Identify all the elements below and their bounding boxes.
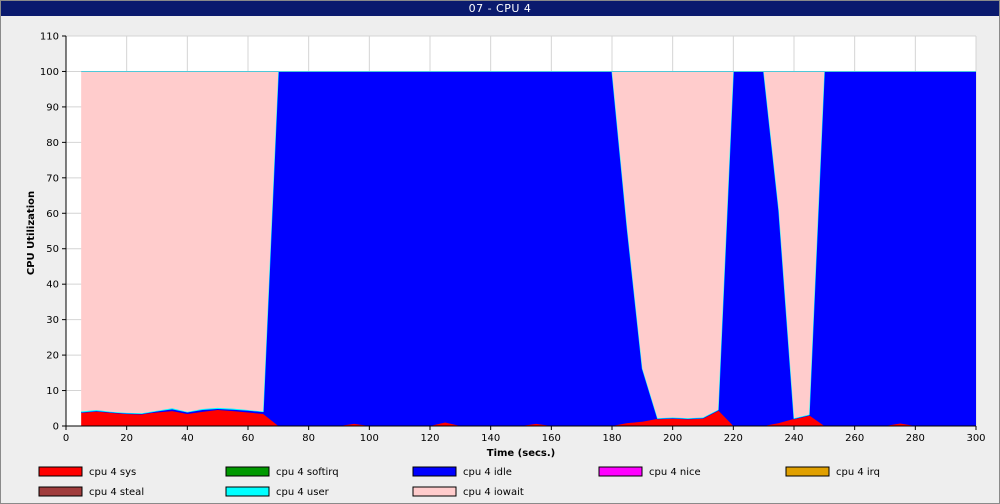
x-tick-label: 280	[906, 433, 925, 444]
y-tick-label: 40	[46, 280, 59, 291]
x-tick-label: 200	[663, 433, 682, 444]
x-tick-label: 260	[845, 433, 864, 444]
legend-swatch-cpu-4-idle	[412, 466, 457, 477]
y-tick-label: 100	[40, 67, 59, 78]
chart-window: 07 - CPU 4 0 20 40 60 80 100 120 140 160 180 200 22…	[0, 0, 1000, 504]
legend: cpu 4 sys cpu 4 softirq cpu 4 idle cpu 4 ni…	[38, 466, 880, 498]
y-tick-label: 110	[40, 32, 59, 43]
legend-label-cpu-4-softirq: cpu 4 softirq	[276, 467, 339, 478]
legend-swatch-cpu-4-nice	[598, 466, 643, 477]
cpu-utilization-chart: 0 20 40 60 80 100 120 140 160 180 200 220 240 260 280 3…	[26, 32, 986, 499]
x-tick-label: 100	[360, 433, 379, 444]
legend-swatch-cpu-4-softirq	[225, 466, 270, 477]
x-tick-label: 220	[724, 433, 743, 444]
y-tick-label: 0	[53, 422, 59, 433]
x-tick-label: 140	[481, 433, 500, 444]
y-tick-label: 70	[46, 173, 59, 184]
x-tick-label: 60	[242, 433, 255, 444]
legend-label-cpu-4-nice: cpu 4 nice	[649, 467, 701, 478]
x-tick-label: 120	[420, 433, 439, 444]
x-tick-label: 240	[784, 433, 803, 444]
y-tick-label: 30	[46, 315, 59, 326]
y-tick-label: 20	[46, 351, 59, 362]
legend-label-cpu-4-iowait: cpu 4 iowait	[463, 487, 524, 498]
legend-swatch-cpu-4-iowait	[412, 486, 457, 497]
legend-swatch-cpu-4-steal	[38, 486, 83, 497]
x-tick-label: 80	[302, 433, 315, 444]
x-tick-label: 180	[602, 433, 621, 444]
legend-swatch-cpu-4-sys	[38, 466, 83, 477]
series-areas	[81, 70, 977, 427]
legend-swatch-cpu-4-irq	[785, 466, 830, 477]
x-axis-title: Time (secs.)	[487, 448, 556, 459]
y-axis-title: CPU Utilization	[26, 191, 37, 275]
x-tick-label: 20	[120, 433, 133, 444]
legend-label-cpu-4-irq: cpu 4 irq	[836, 467, 880, 478]
x-tick-label: 160	[542, 433, 561, 444]
x-tick-label: 40	[181, 433, 194, 444]
y-tick-label: 90	[46, 102, 59, 113]
x-tick-label: 0	[63, 433, 69, 444]
legend-label-cpu-4-steal: cpu 4 steal	[89, 487, 144, 498]
x-tick-label: 300	[966, 433, 985, 444]
y-tick-label: 60	[46, 209, 59, 220]
legend-swatch-cpu-4-user	[225, 486, 270, 497]
y-tick-label: 50	[46, 244, 59, 255]
y-tick-label: 10	[46, 386, 59, 397]
y-tick-label: 80	[46, 138, 59, 149]
legend-label-cpu-4-idle: cpu 4 idle	[463, 467, 512, 478]
legend-label-cpu-4-user: cpu 4 user	[276, 487, 330, 498]
legend-label-cpu-4-sys: cpu 4 sys	[89, 467, 136, 478]
